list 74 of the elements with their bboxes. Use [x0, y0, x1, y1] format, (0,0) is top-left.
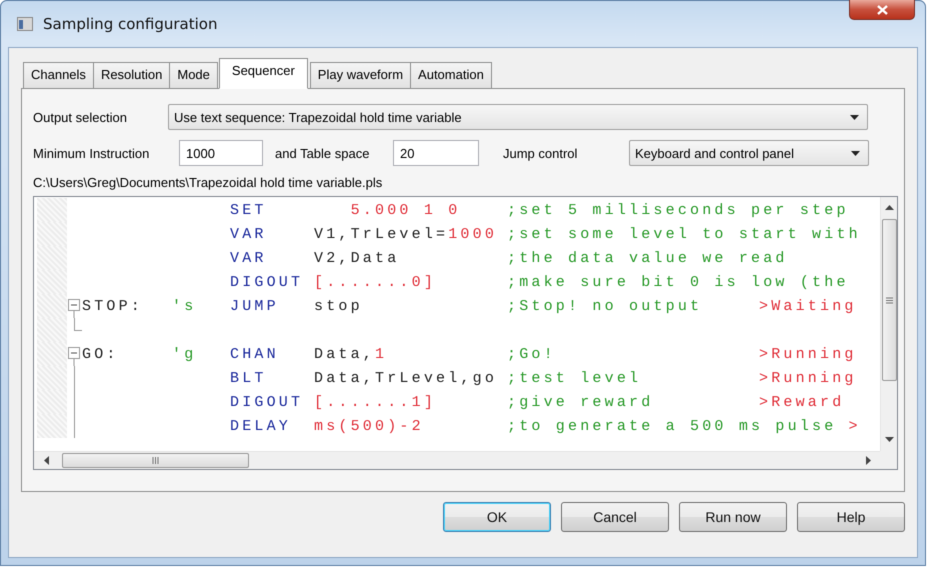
scroll-up-icon[interactable] [884, 205, 894, 211]
close-icon [876, 4, 888, 14]
code-instruction: CHAN [230, 346, 280, 362]
scrollbar-thumb[interactable] [62, 453, 249, 468]
window-title: Sampling configuration [43, 15, 218, 33]
dropdown-arrow-icon [851, 150, 860, 156]
code-comment: ;Go! [507, 346, 557, 362]
grip-icon [152, 457, 159, 464]
code-state: >Running [759, 346, 857, 362]
dialog-button[interactable]: Cancel [561, 502, 669, 532]
input-field[interactable]: 1000 [179, 140, 263, 166]
field-label: Minimum Instruction [33, 146, 150, 160]
code-state: >Running [759, 370, 857, 386]
code-comment: ;make sure bit 0 is low (the [507, 274, 850, 290]
scroll-left-icon[interactable] [44, 456, 50, 465]
tab[interactable]: Resolution [92, 62, 170, 88]
gutter-strip [37, 198, 67, 222]
code-arguments: Data,1 [314, 346, 388, 362]
dialog-button[interactable]: Run now [679, 502, 787, 532]
code-key: 's [172, 298, 230, 314]
tab[interactable]: Sequencer [218, 58, 308, 89]
gutter-strip [37, 294, 67, 318]
fold-line [74, 318, 82, 331]
code-comment: ;give reward [507, 394, 654, 410]
gutter-strip [37, 342, 67, 366]
code-instruction: SET [230, 202, 268, 218]
tab[interactable]: Channels [23, 62, 94, 88]
code-label: GO: [82, 346, 120, 362]
code-state: >Reward [759, 394, 844, 410]
code-instruction: DIGOUT [230, 394, 304, 410]
code-instruction: BLT [230, 370, 268, 386]
code-arguments: 5.000 1 0 [350, 202, 462, 218]
grip-icon [886, 296, 892, 304]
code-label: STOP: [82, 298, 144, 314]
code-arguments: stop [314, 298, 364, 314]
jump-control-dropdown[interactable]: Keyboard and control panel [629, 140, 869, 166]
code-comment: ;Stop! no output [507, 298, 704, 314]
field-label: and Table space [275, 146, 370, 160]
code-instruction: DIGOUT [230, 274, 304, 290]
close-button[interactable] [849, 0, 915, 20]
scrollbar-thumb[interactable] [882, 219, 896, 381]
code-arguments: [.......0] [314, 274, 438, 290]
code-arguments: Data,TrLevel,go [314, 370, 498, 386]
code-arguments: ms(500)-2 [314, 418, 425, 434]
code-comment: ;set some level to start with [507, 226, 862, 242]
file-path: C:\Users\Greg\Documents\Trapezoidal hold time variable.pls [33, 175, 384, 190]
scroll-right-icon[interactable] [866, 456, 872, 465]
code-arguments: V2,Data [314, 250, 400, 266]
dialog-button[interactable]: Help [797, 502, 905, 532]
code-instruction: VAR [230, 226, 268, 242]
output-selection-dropdown[interactable]: Use text sequence: Trapezoidal hold time variable [168, 104, 868, 130]
code-state: >Waiting [759, 298, 857, 314]
code-key: 'g [172, 346, 230, 362]
code-comment: ;the data value we read [507, 250, 789, 266]
tab[interactable]: Automation [410, 62, 492, 88]
dialog-button[interactable]: OK [443, 502, 551, 532]
window-icon [17, 17, 33, 31]
tab[interactable]: Mode [169, 62, 218, 88]
field-label: Output selection [33, 110, 128, 124]
code-instruction: VAR [230, 250, 268, 266]
code-comment: ;to generate a 500 ms pulse [507, 418, 838, 434]
code-comment: ;set 5 milliseconds per step [507, 202, 850, 218]
input-field[interactable]: 20 [393, 140, 479, 166]
tab[interactable]: Play waveform [310, 62, 412, 88]
code-editor[interactable] [33, 196, 898, 470]
field-label: Jump control [503, 146, 578, 160]
code-arguments: V1,TrLevel=1000 [314, 226, 498, 242]
code-state: > [848, 418, 861, 434]
code-instruction: DELAY [230, 418, 292, 434]
dropdown-arrow-icon [850, 114, 859, 120]
code-instruction: JUMP [230, 298, 280, 314]
scroll-down-icon[interactable] [884, 437, 894, 443]
code-comment: ;test level [507, 370, 642, 386]
code-arguments: [.......1] [314, 394, 438, 410]
